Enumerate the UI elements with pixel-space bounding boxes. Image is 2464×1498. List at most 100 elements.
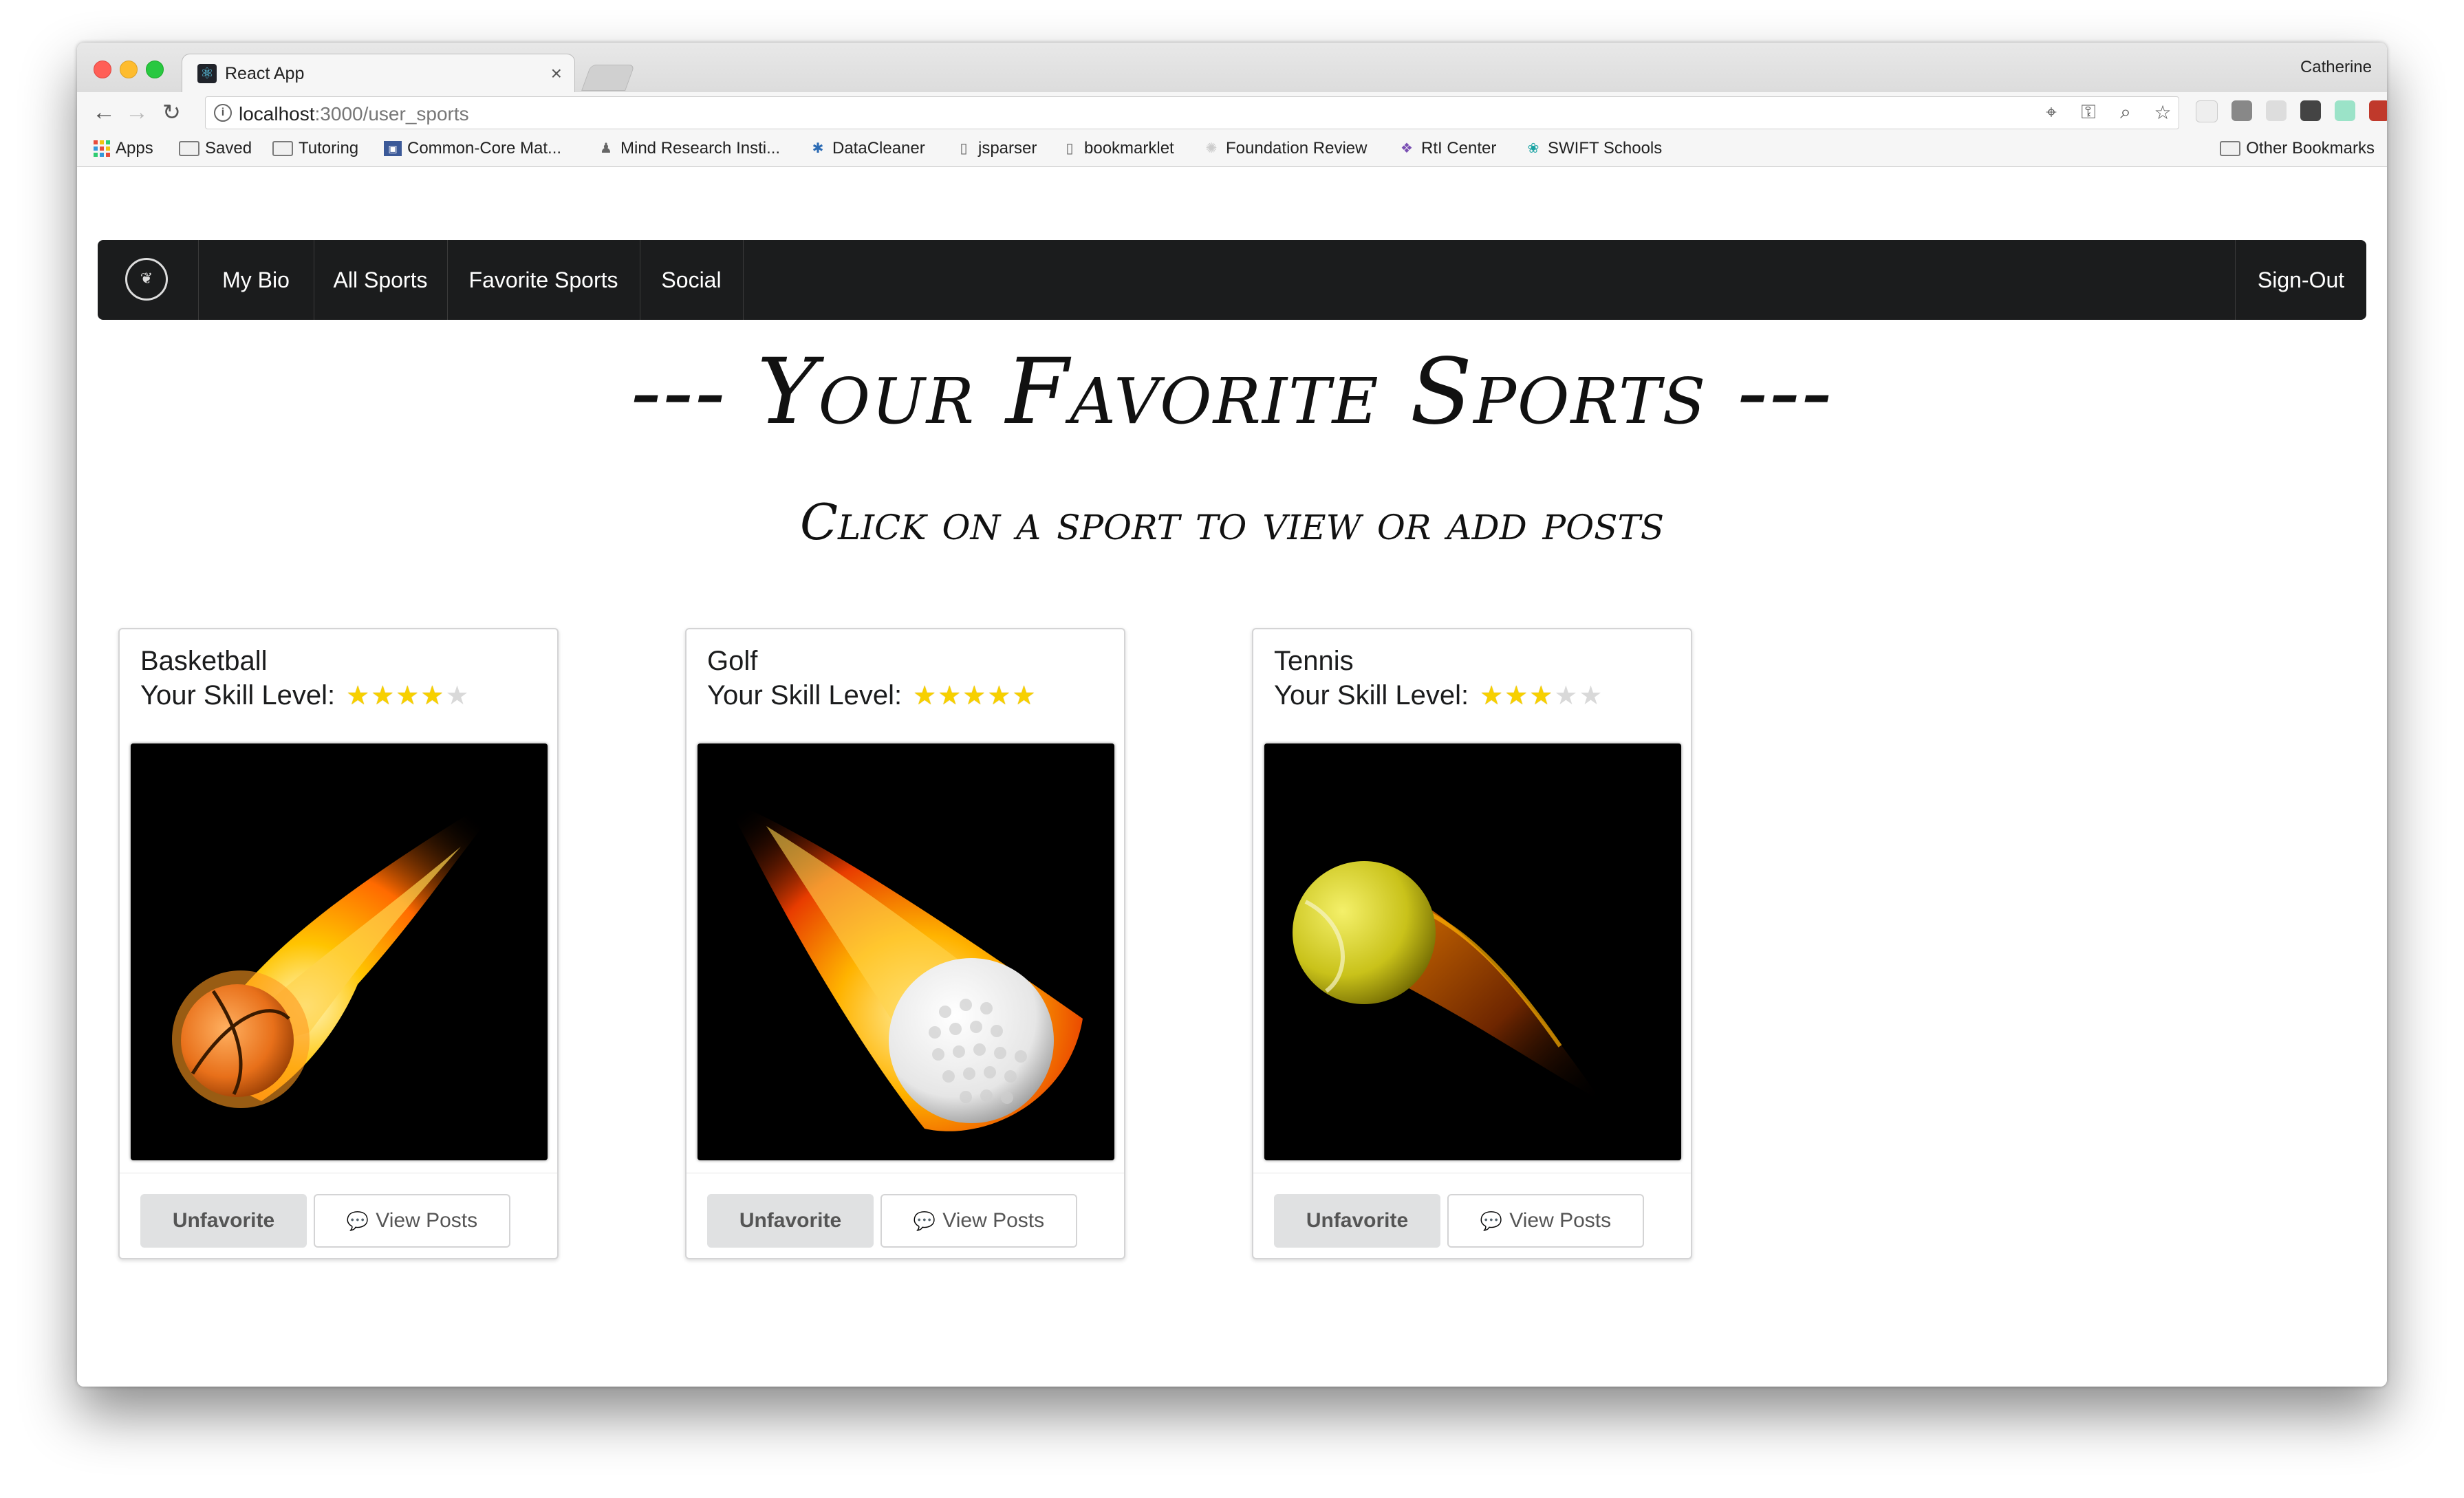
datacleaner-icon: ✱: [812, 141, 824, 156]
star-rating[interactable]: ★ ★ ★ ★ ★: [913, 680, 1035, 711]
star-empty-icon[interactable]: ★: [1579, 680, 1602, 711]
bookmark-rti-center[interactable]: ❖ RtI Center: [1398, 139, 1496, 158]
extension-grey-icon[interactable]: [2231, 100, 2252, 121]
sport-card-basketball[interactable]: Basketball Your Skill Level: ★ ★ ★ ★ ★ U…: [118, 628, 559, 1259]
view-posts-button[interactable]: 💬 View Posts: [1447, 1194, 1644, 1248]
star-filled-icon[interactable]: ★: [1504, 680, 1528, 711]
new-tab-button[interactable]: [581, 65, 635, 91]
star-rating[interactable]: ★ ★ ★ ★ ★: [1480, 680, 1602, 711]
page-icon: ▯: [960, 141, 968, 156]
bookmark-label: SWIFT Schools: [1548, 139, 1663, 158]
star-filled-icon[interactable]: ★: [396, 680, 419, 711]
site-favicon-icon: ✺: [1205, 141, 1218, 156]
bookmark-star-icon[interactable]: ☆: [2152, 101, 2173, 124]
nav-social[interactable]: Social: [640, 240, 744, 320]
folder-icon: [179, 141, 199, 156]
laurel-emblem-icon: ❦: [125, 258, 168, 301]
star-filled-icon[interactable]: ★: [913, 680, 936, 711]
star-empty-icon[interactable]: ★: [1554, 680, 1577, 711]
tennis-fire-image[interactable]: [1264, 743, 1681, 1160]
star-filled-icon[interactable]: ★: [1529, 680, 1553, 711]
folder-icon: [272, 141, 293, 156]
forward-arrow-icon[interactable]: →: [125, 99, 149, 126]
bookmark-apps[interactable]: Apps: [94, 139, 153, 158]
bookmark-bookmarklet[interactable]: ▯ bookmarklet: [1061, 139, 1174, 158]
comments-icon: 💬: [1480, 1211, 1503, 1231]
address-bar[interactable]: i localhost:3000/user_sports ⌖ ⚿ ⌕ ☆: [205, 96, 2179, 129]
logo-link[interactable]: ❦: [98, 240, 199, 320]
view-posts-button[interactable]: 💬 View Posts: [314, 1194, 510, 1248]
page-subtitle: Click on a sport to view or add posts: [799, 493, 1665, 551]
skill-label: Your Skill Level:: [140, 680, 336, 710]
star-filled-icon[interactable]: ★: [346, 680, 369, 711]
star-filled-icon[interactable]: ★: [420, 680, 444, 711]
nav-favorite-sports[interactable]: Favorite Sports: [447, 240, 640, 320]
reload-icon[interactable]: ↻: [162, 99, 181, 125]
star-filled-icon[interactable]: ★: [1480, 680, 1503, 711]
location-icon[interactable]: ⌖: [2041, 101, 2062, 124]
bookmark-tutoring[interactable]: Tutoring: [272, 139, 358, 158]
extension-cloud-icon[interactable]: [2266, 100, 2287, 121]
bookmark-mind-research[interactable]: ♟ Mind Research Insti...: [597, 139, 780, 158]
unfavorite-button[interactable]: Unfavorite: [1274, 1194, 1440, 1248]
address-bar-actions: ⌖ ⚿ ⌕ ☆: [2041, 101, 2173, 124]
react-favicon-icon: ⚛: [197, 64, 217, 83]
sport-card-golf[interactable]: Golf Your Skill Level: ★ ★ ★ ★ ★ Unfavor…: [685, 628, 1125, 1259]
evernote-icon[interactable]: [2300, 100, 2321, 121]
url-text[interactable]: localhost:3000/user_sports: [239, 103, 469, 125]
skill-level: Your Skill Level: ★ ★ ★ ★ ★: [140, 680, 469, 711]
bookmark-saved[interactable]: Saved: [179, 139, 252, 158]
tab-close-icon[interactable]: ×: [551, 63, 562, 85]
golf-fire-image[interactable]: [698, 743, 1114, 1160]
bookmark-label: Tutoring: [299, 139, 359, 158]
extension-icons: !: [2196, 100, 2387, 122]
star-filled-icon[interactable]: ★: [962, 680, 986, 711]
bookmark-jsparser[interactable]: ▯ jsparser: [955, 139, 1037, 158]
sport-name: Golf: [707, 646, 758, 676]
site-favicon-icon: ❀: [1527, 141, 1539, 156]
apps-grid-icon: [94, 140, 110, 157]
back-arrow-icon[interactable]: ←: [92, 99, 116, 126]
unfavorite-button[interactable]: Unfavorite: [707, 1194, 874, 1248]
bookmark-foundation-review[interactable]: ✺ Foundation Review: [1202, 139, 1368, 158]
nav-all-sports[interactable]: All Sports: [314, 240, 448, 320]
star-empty-icon[interactable]: ★: [445, 680, 468, 711]
star-filled-icon[interactable]: ★: [938, 680, 961, 711]
skill-label: Your Skill Level:: [707, 680, 903, 710]
page-content: ❦ My Bio All Sports Favorite Sports Soci…: [77, 167, 2387, 1387]
star-rating[interactable]: ★ ★ ★ ★ ★: [346, 680, 468, 711]
bookmark-common-core[interactable]: ▣ Common-Core Mat...: [384, 139, 561, 158]
card-actions: Unfavorite 💬 View Posts: [120, 1173, 557, 1259]
zoom-icon[interactable]: ⌕: [2115, 101, 2136, 124]
star-filled-icon[interactable]: ★: [1012, 680, 1035, 711]
bookmark-other[interactable]: Other Bookmarks: [2220, 139, 2375, 158]
sport-name: Basketball: [140, 646, 268, 676]
star-filled-icon[interactable]: ★: [371, 680, 394, 711]
basketball-fire-image[interactable]: [131, 743, 548, 1160]
bookmark-datacleaner[interactable]: ✱ DataCleaner: [809, 139, 925, 158]
skill-label: Your Skill Level:: [1274, 680, 1469, 710]
extension-red-icon[interactable]: [2369, 100, 2387, 121]
star-filled-icon[interactable]: ★: [987, 680, 1011, 711]
view-posts-button[interactable]: 💬 View Posts: [880, 1194, 1077, 1248]
extension-blank-icon[interactable]: [2196, 100, 2218, 122]
sport-card-tennis[interactable]: Tennis Your Skill Level: ★ ★ ★ ★ ★ Unfav…: [1252, 628, 1692, 1259]
bookmark-swift-schools[interactable]: ❀ SWIFT Schools: [1524, 139, 1663, 158]
browser-tab[interactable]: ⚛ React App ×: [182, 54, 575, 93]
view-posts-label: View Posts: [376, 1209, 478, 1232]
view-posts-label: View Posts: [1509, 1209, 1612, 1232]
key-icon[interactable]: ⚿: [2078, 101, 2099, 124]
unfavorite-button[interactable]: Unfavorite: [140, 1194, 307, 1248]
bookmarks-bar: Apps Saved Tutoring ▣ Common-Core Mat...…: [77, 132, 2387, 167]
maximize-window-button[interactable]: [146, 61, 164, 78]
nav-my-bio[interactable]: My Bio: [198, 240, 314, 320]
sign-out-link[interactable]: Sign-Out: [2235, 240, 2366, 320]
url-path: :3000/user_sports: [314, 103, 469, 124]
title-bar: ⚛ React App × Catherine: [77, 43, 2387, 93]
folder-icon: [2220, 141, 2241, 156]
extension-green-icon[interactable]: [2335, 100, 2355, 121]
site-info-icon[interactable]: i: [214, 104, 232, 122]
minimize-window-button[interactable]: [120, 61, 138, 78]
close-window-button[interactable]: [94, 61, 111, 78]
profile-name[interactable]: Catherine: [2300, 58, 2372, 77]
